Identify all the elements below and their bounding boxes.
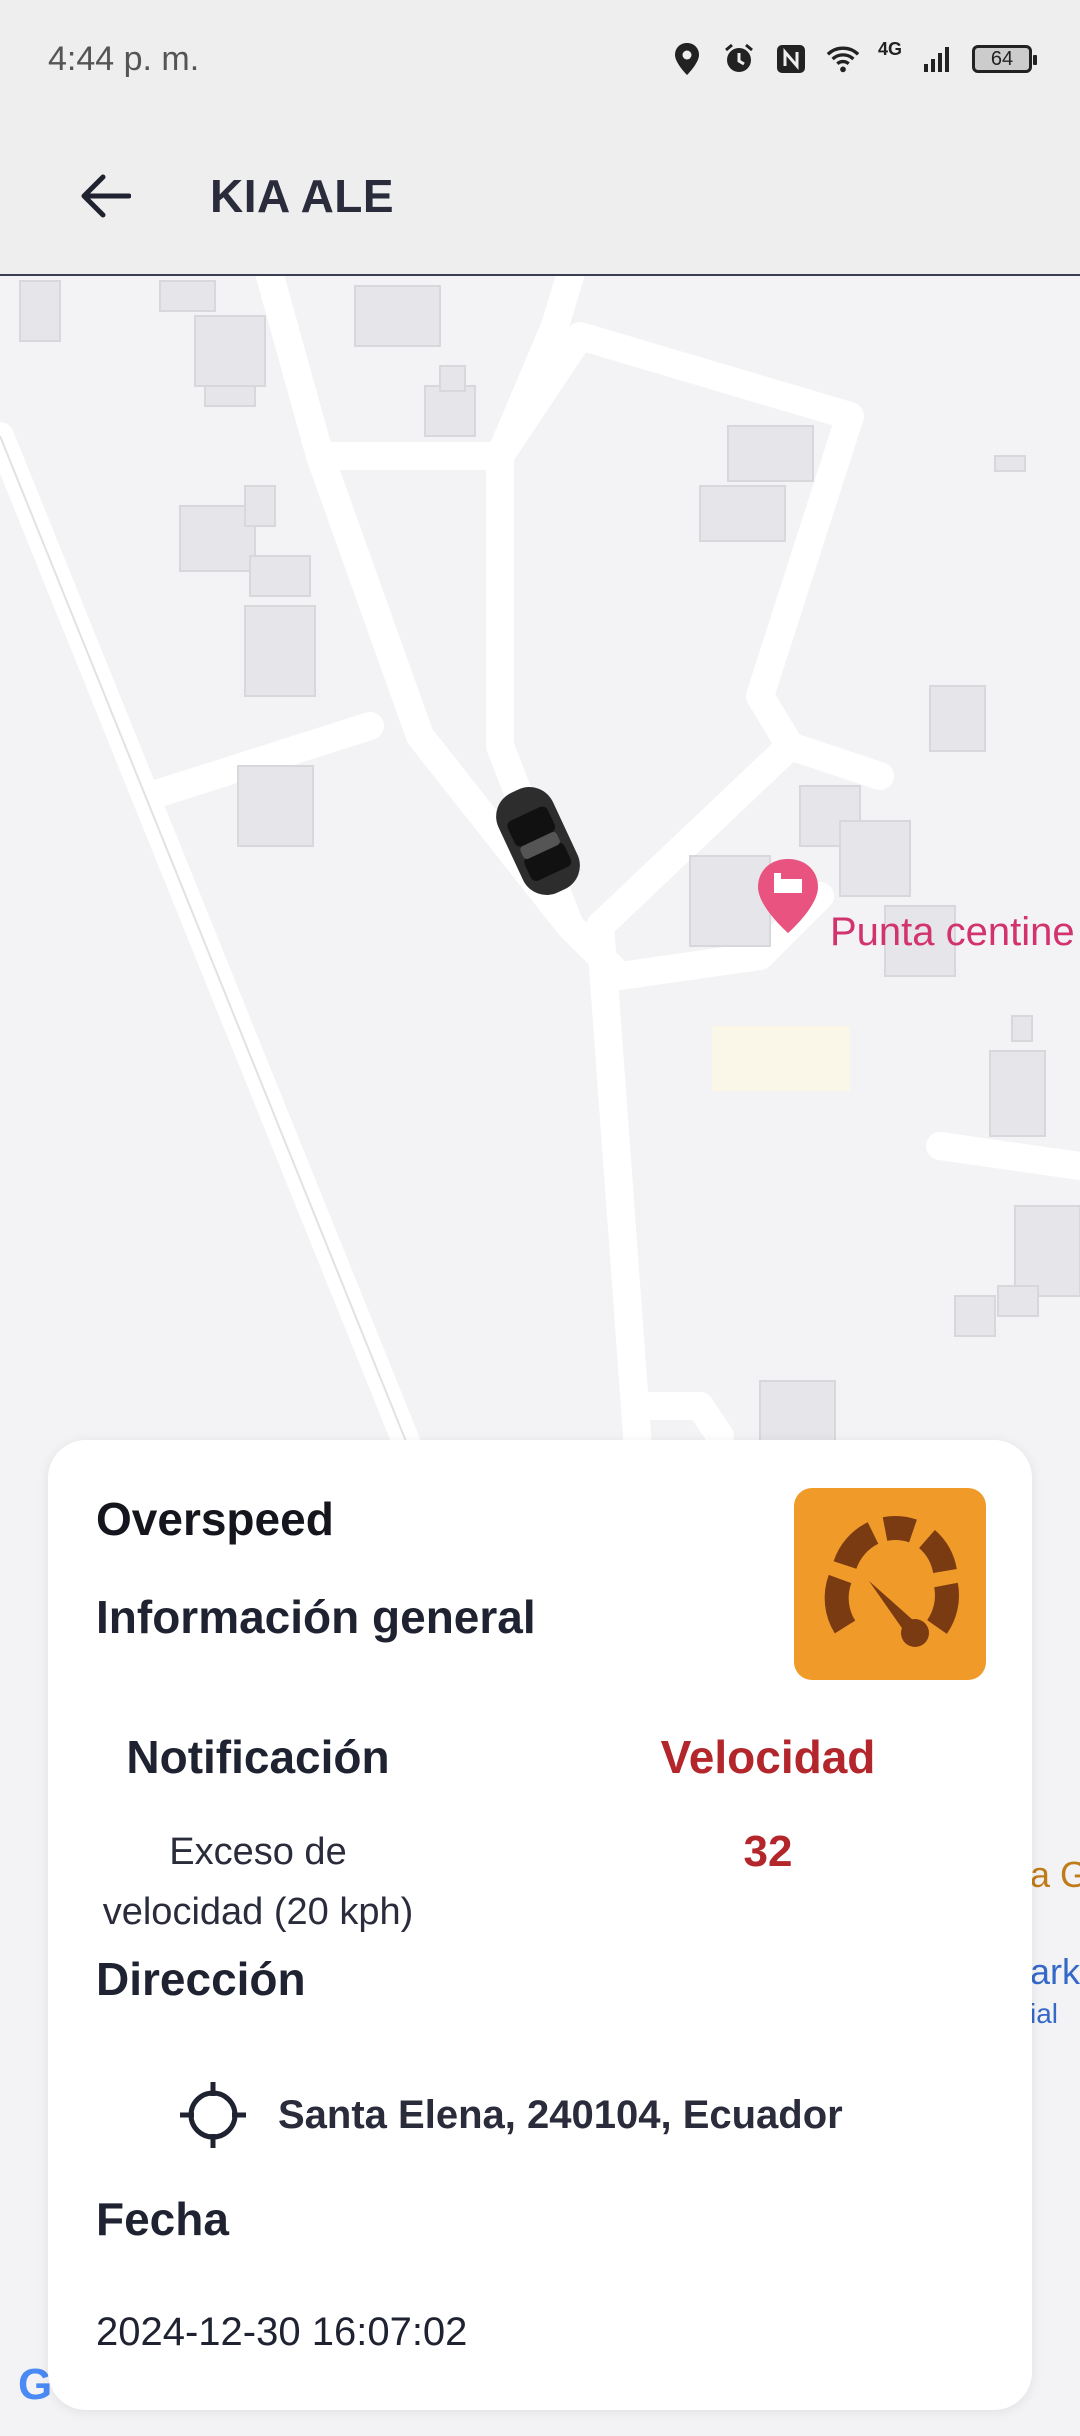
signal-icon <box>920 42 954 76</box>
page-title: KIA ALE <box>210 170 395 222</box>
map-label-fragment: a G <box>1030 1854 1080 1895</box>
poi-label[interactable]: Punta centine <box>830 910 1075 955</box>
general-info-title: Información general <box>96 1591 536 1643</box>
arrow-left-icon <box>81 174 131 218</box>
crosshair-icon <box>180 2082 246 2148</box>
location-icon <box>670 42 704 76</box>
event-info-card: Overspeed Información general Notificaci… <box>48 1440 1032 2410</box>
status-time: 4:44 p. m. <box>48 39 200 78</box>
notification-header: Notificación <box>126 1731 390 1783</box>
notification-value: Exceso de velocidad (20 kph) <box>102 1831 414 1933</box>
battery-level: 64 <box>990 47 1014 70</box>
status-bar: 4:44 p. m. 4G 64 <box>0 0 1080 118</box>
speed-value: 32 <box>743 1827 793 1876</box>
network-type: 4G <box>877 38 902 59</box>
map-label-fragment: ial <box>1030 1998 1059 2029</box>
wifi-icon <box>826 42 860 76</box>
speed-header: Velocidad <box>660 1731 876 1783</box>
map-label-fragment: ark <box>1030 1951 1080 1992</box>
status-icons: 4G 64 <box>670 38 1037 76</box>
address-text: Santa Elena, 240104, Ecuador <box>278 2092 843 2137</box>
battery-icon: 64 <box>972 45 1037 73</box>
back-button[interactable] <box>70 161 140 231</box>
date-title: Fecha <box>96 2193 229 2245</box>
address-row: Santa Elena, 240104, Ecuador <box>178 2080 843 2150</box>
event-icon-badge <box>794 1488 986 1680</box>
date-value: 2024-12-30 16:07:02 <box>96 2310 468 2354</box>
app-bar: KIA ALE <box>0 118 1080 276</box>
event-type: Overspeed <box>96 1493 334 1545</box>
alarm-icon <box>722 42 756 76</box>
speedometer-icon <box>824 1516 959 1647</box>
address-title: Dirección <box>96 1953 306 2005</box>
nfc-icon <box>774 42 808 76</box>
